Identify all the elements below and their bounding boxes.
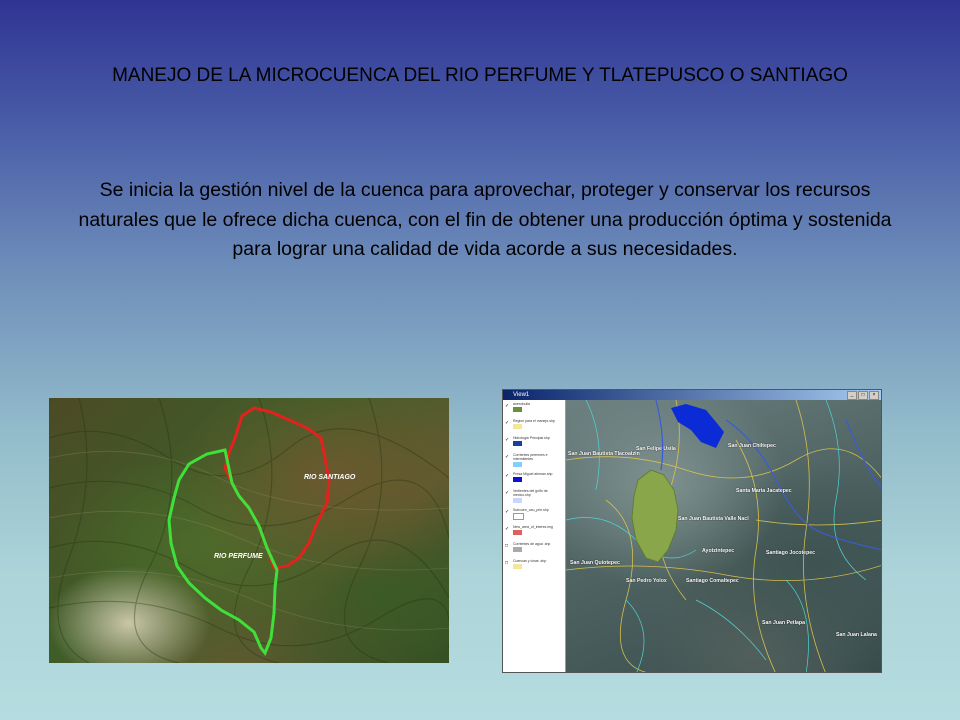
rio-perfume-boundary — [167, 448, 279, 656]
satellite-texture — [49, 398, 449, 663]
legend-swatch — [513, 477, 522, 482]
gis-window-title: View1 — [513, 392, 530, 398]
gis-map-layers — [566, 400, 881, 672]
legend-item[interactable]: ✓ Corrientes perennes e intermitentes — [503, 451, 565, 470]
layer-legend: ✓ anexohuila ✓ Region para el manejo.shp ✓… — [503, 400, 566, 672]
town-label: San Juan Quiotepec — [570, 560, 620, 566]
municipal-boundaries — [566, 400, 881, 672]
satellite-watershed-map: RIO SANTIAGO RIO PERFUME — [49, 398, 449, 663]
layer-check-icon[interactable]: ✓ — [505, 437, 509, 443]
layer-check-icon[interactable]: ✓ — [505, 473, 509, 479]
town-label: Santiago Jocotepec — [766, 550, 816, 556]
legend-swatch — [513, 407, 522, 412]
layer-check-icon[interactable]: ✓ — [505, 420, 509, 426]
town-label: San Juan Bautista Valle Nacl — [678, 516, 749, 522]
slide-body-text: Se inicia la gestión nivel de la cuenca … — [78, 179, 892, 260]
layer-check-icon[interactable]: ✓ — [505, 403, 509, 409]
town-label: Santa Maria Jacatepec — [736, 488, 792, 494]
rio-santiago-boundary — [223, 406, 331, 570]
slide-title: MANEJO DE LA MICROCUENCA DEL RIO PERFUME… — [112, 65, 848, 86]
gis-view-window: View1 _ □ × ✓ anexohuila ✓ Region para el … — [502, 389, 882, 673]
legend-item[interactable]: ✓ New_area_of_interes.img — [503, 523, 565, 540]
minimize-button[interactable]: _ — [847, 391, 857, 400]
label-rio-santiago: RIO SANTIAGO — [304, 474, 356, 481]
legend-item[interactable]: □ Cuencas y cinas .shp — [503, 557, 565, 574]
town-label: San Felipe Usila — [636, 446, 676, 452]
layer-check-icon[interactable]: ✓ — [505, 454, 509, 460]
legend-item[interactable]: ✓ Vertientes del golfo de mexico.shp — [503, 487, 565, 506]
town-label: San Juan Bautista Tlacoatzin — [568, 451, 640, 457]
gis-map-canvas[interactable]: San Juan Bautista Tlacoatzin San Felipe … — [566, 400, 881, 672]
legend-item[interactable]: ✓ Region para el manejo.shp — [503, 417, 565, 434]
layer-check-icon[interactable]: □ — [505, 543, 508, 549]
legend-swatch — [513, 498, 522, 503]
town-label: Santiago Comaltepec — [686, 578, 739, 584]
label-rio-perfume: RIO PERFUME — [214, 553, 263, 560]
layer-check-icon[interactable]: □ — [505, 560, 508, 566]
area-of-interest-basin — [631, 469, 679, 563]
town-label: San Pedro Yolox — [626, 578, 667, 584]
legend-swatch — [513, 462, 522, 467]
layer-check-icon[interactable]: ✓ — [505, 490, 509, 496]
town-label: Ayotzintepec — [702, 548, 735, 554]
legend-swatch — [513, 513, 524, 520]
town-label: San Juan Lalana — [836, 632, 877, 638]
legend-swatch — [513, 441, 522, 446]
legend-item[interactable]: ✓ Presa Miguel aleman.shp — [503, 470, 565, 487]
town-label: San Juan Chiltepec — [728, 443, 776, 449]
layer-check-icon[interactable]: ✓ — [505, 509, 509, 515]
maximize-button[interactable]: □ — [858, 391, 868, 400]
legend-swatch — [513, 547, 522, 552]
legend-swatch — [513, 530, 522, 535]
layer-check-icon[interactable]: ✓ — [505, 526, 509, 532]
legend-swatch — [513, 424, 522, 429]
legend-item[interactable]: □ Corrientes de agua .shp — [503, 540, 565, 557]
gis-titlebar: View1 _ □ × — [503, 390, 881, 400]
legend-item[interactable]: ✓ Subcuen_cau_prin.shp — [503, 506, 565, 523]
legend-item[interactable]: ✓ anexohuila — [503, 400, 565, 417]
legend-swatch — [513, 564, 522, 569]
town-label: San Juan Petlapa — [762, 620, 805, 626]
legend-item[interactable]: ✓ Hidrologia Principal.shp — [503, 434, 565, 451]
close-button[interactable]: × — [869, 391, 879, 400]
